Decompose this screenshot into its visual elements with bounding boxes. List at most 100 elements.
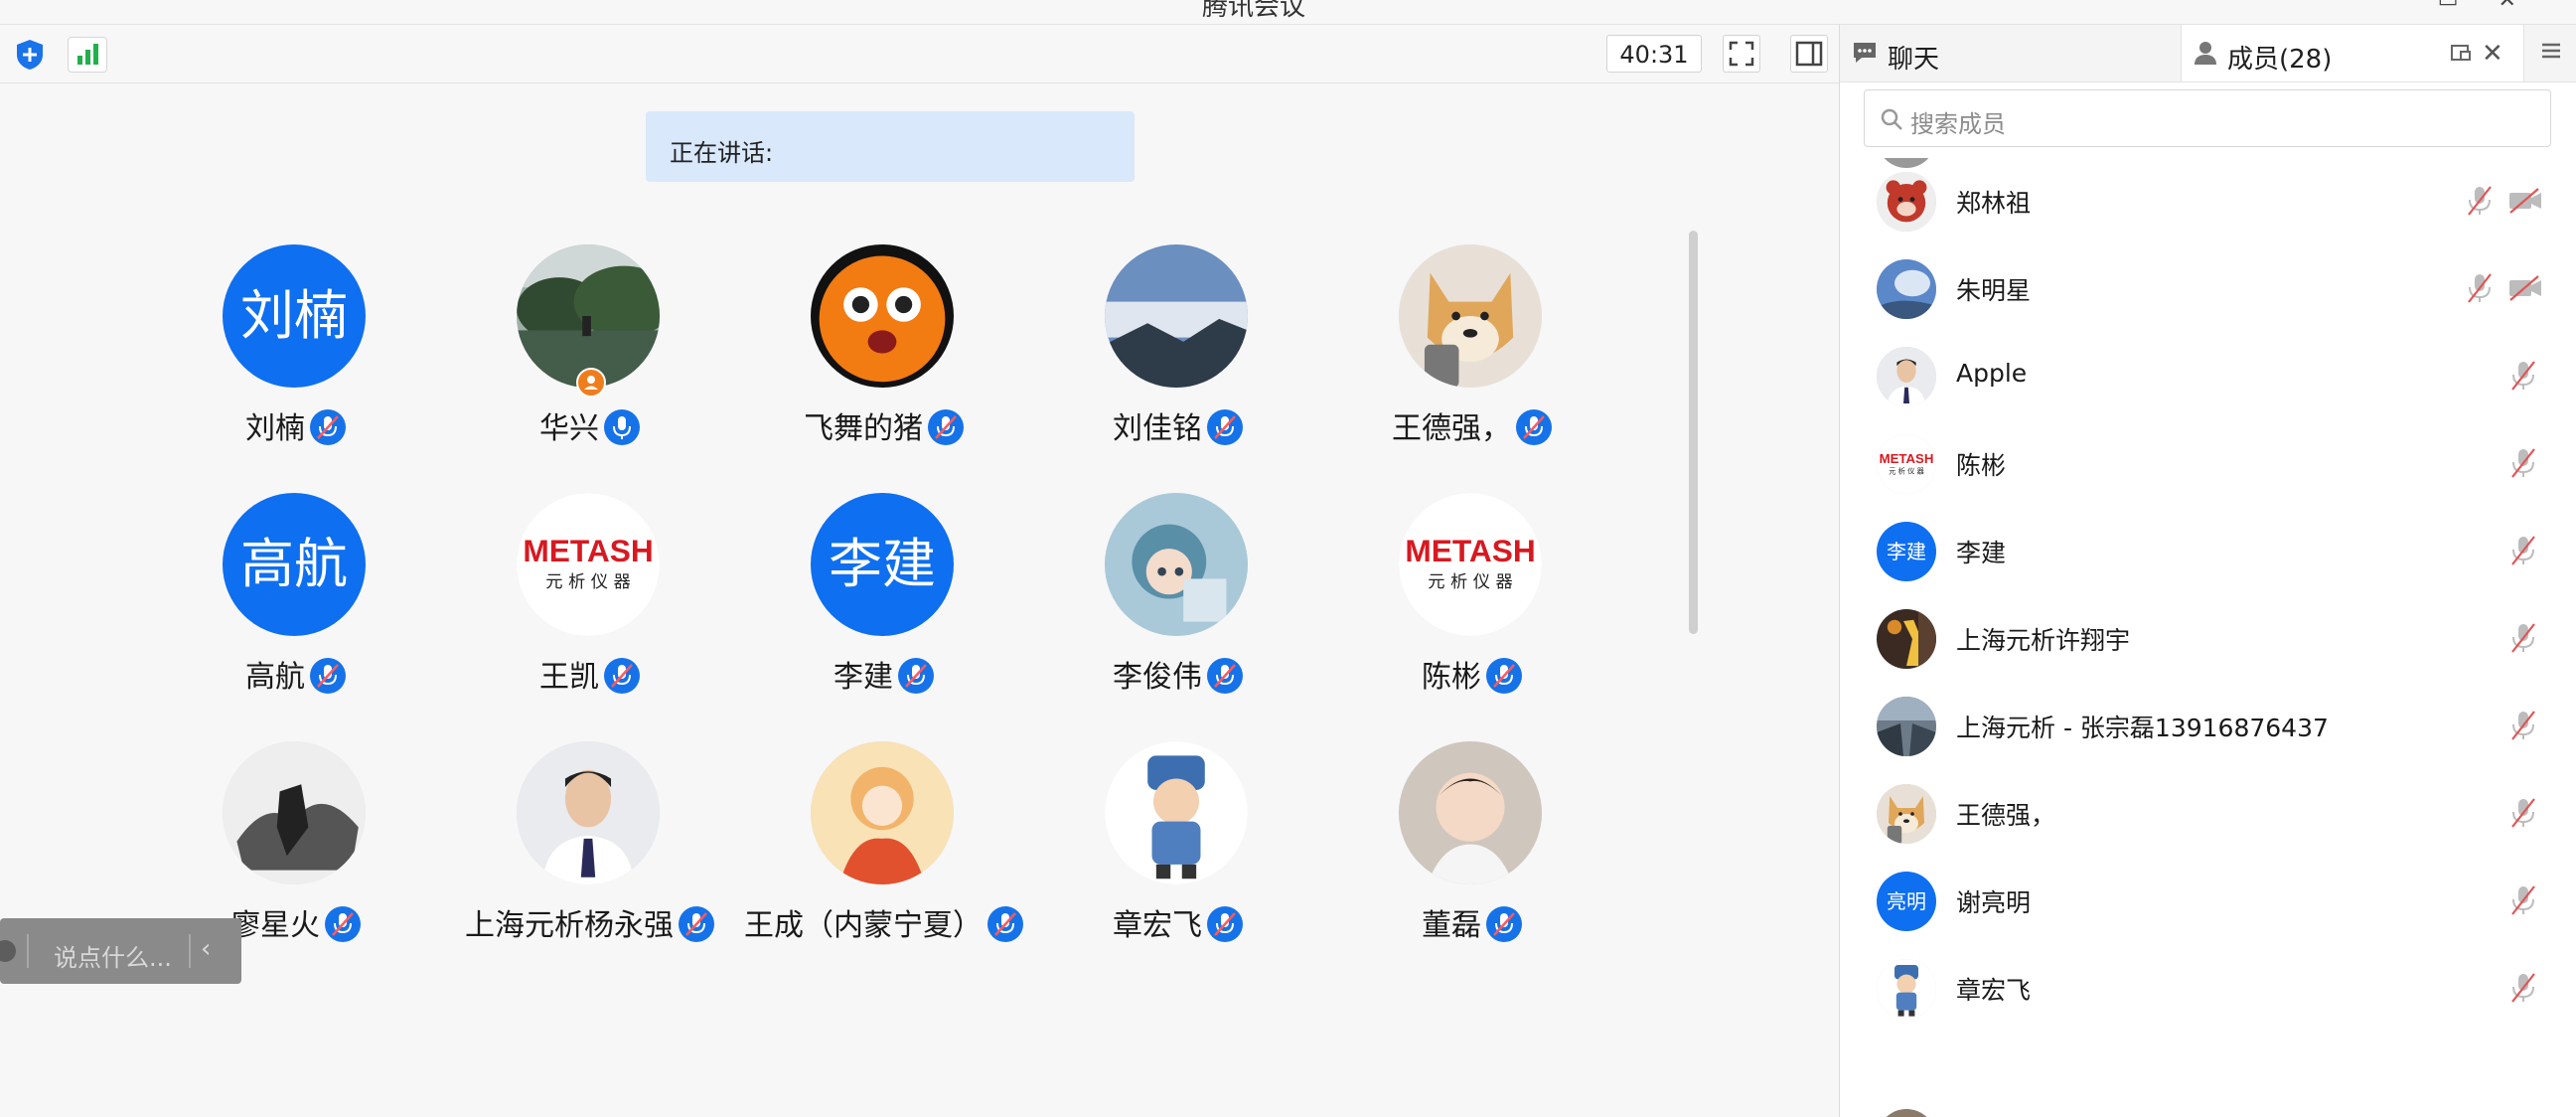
participant-tile[interactable]: 章宏飞 [1031, 741, 1325, 980]
microphone-muted-icon[interactable] [927, 408, 965, 446]
member-row[interactable]: 朱明星 [1840, 245, 2576, 333]
participant-tile[interactable]: 刘楠 刘楠 [149, 244, 443, 483]
member-row[interactable]: 章宏飞 [1840, 945, 2576, 1033]
participant-name-row: 刘楠 [149, 403, 443, 447]
microphone-muted-icon[interactable] [2507, 796, 2539, 830]
participant-name: 飞舞的猪 [804, 411, 923, 446]
camera-off-icon[interactable] [2507, 273, 2543, 303]
metash-logo-subtext: 元 析 仪 器 [1889, 467, 1924, 476]
chat-input-placeholder[interactable]: 说点什么... [54, 938, 172, 973]
participant-name: 李俊伟 [1113, 660, 1202, 695]
participant-avatar [1105, 493, 1248, 636]
participant-tile[interactable]: 王德强， [1325, 244, 1619, 483]
participant-name: 高航 [245, 660, 305, 695]
collapse-chevron-icon[interactable]: ‹ [201, 934, 211, 964]
security-shield-icon[interactable] [12, 37, 48, 73]
participant-tile[interactable]: METASH 元 析 仪 器陈彬 [1325, 493, 1619, 731]
chat-quick-input[interactable]: 说点什么... ‹ [0, 918, 241, 984]
participant-tile[interactable]: METASH 元 析 仪 器王凯 [443, 493, 737, 731]
participant-name-row: 华兴 [443, 403, 737, 447]
participant-tile[interactable]: 高航 高航 [149, 493, 443, 731]
member-row[interactable]: 上海元析 - 张宗磊13916876437 [1840, 683, 2576, 770]
microphone-muted-icon[interactable] [2507, 971, 2539, 1005]
microphone-muted-icon[interactable] [2507, 709, 2539, 742]
microphone-muted-icon[interactable] [2507, 359, 2539, 393]
panel-tabs: 聊天 成员(28) ✕ [1840, 24, 2576, 82]
participant-name: 上海元析杨永强 [465, 908, 674, 943]
participant-name: 刘佳铭 [1113, 411, 1202, 446]
member-row[interactable]: Apple [1840, 333, 2576, 420]
tab-members[interactable]: 成员(28) ✕ [2181, 25, 2524, 81]
member-search-input[interactable]: 搜索成员 [1864, 89, 2551, 147]
network-signal-icon[interactable] [68, 37, 107, 73]
participant-avatar [1105, 741, 1248, 884]
member-row[interactable]: 上海元析许翔宇 [1840, 595, 2576, 683]
window-controls[interactable]: ▭✕ [2438, 0, 2556, 13]
divider [189, 934, 191, 968]
fullscreen-icon[interactable] [1723, 35, 1760, 73]
participant-tile[interactable]: 飞舞的猪 [737, 244, 1031, 483]
member-avatar [1877, 784, 1936, 844]
member-row[interactable]: 李建 李建 [1840, 508, 2576, 595]
participant-tile[interactable]: 李俊伟 [1031, 493, 1325, 731]
microphone-muted-icon[interactable] [2507, 534, 2539, 567]
participant-avatar [1105, 244, 1248, 388]
meeting-toolbar: 40:31 [0, 24, 1839, 83]
participant-tile[interactable]: 李建 李建 [737, 493, 1031, 731]
popout-icon[interactable] [2450, 43, 2472, 63]
participant-tile[interactable]: 董磊 [1325, 741, 1619, 980]
metash-logo-subtext: 元 析 仪 器 [545, 572, 631, 592]
participant-tile[interactable]: 上海元析杨永强 [443, 741, 737, 980]
microphone-muted-icon[interactable] [2464, 184, 2496, 218]
member-row[interactable]: 郑林祖 [1840, 158, 2576, 245]
close-icon[interactable]: ✕ [2482, 39, 2503, 69]
microphone-muted-icon[interactable] [1206, 657, 1244, 695]
member-row[interactable]: 王德强， [1840, 770, 2576, 858]
participant-avatar: 高航 [223, 493, 366, 636]
microphone-muted-icon[interactable] [2507, 883, 2539, 917]
participant-avatar: METASH 元 析 仪 器 [517, 493, 660, 636]
microphone-icon[interactable] [603, 408, 641, 446]
participant-name: 陈彬 [1422, 660, 1481, 695]
participant-name: 廖星火 [230, 908, 320, 943]
emoji-icon[interactable] [0, 940, 16, 962]
member-avatar: 亮明 [1877, 872, 1936, 931]
microphone-muted-icon[interactable] [603, 657, 641, 695]
microphone-muted-icon[interactable] [986, 905, 1024, 943]
microphone-muted-icon[interactable] [1515, 408, 1553, 446]
microphone-muted-icon[interactable] [324, 905, 362, 943]
tab-members-label: 成员(28) [2227, 45, 2333, 75]
microphone-muted-icon[interactable] [678, 905, 715, 943]
metash-logo-text: METASH [523, 533, 653, 568]
participant-tile[interactable]: 王成（内蒙宁夏） [737, 741, 1031, 980]
microphone-muted-icon[interactable] [1206, 905, 1244, 943]
microphone-muted-icon[interactable] [309, 408, 347, 446]
menu-icon[interactable] [2539, 39, 2563, 63]
participant-avatar: 刘楠 [223, 244, 366, 388]
microphone-muted-icon[interactable] [1485, 657, 1523, 695]
member-row[interactable]: 亮明 谢亮明 [1840, 858, 2576, 945]
participant-name-row: 李建 [737, 652, 1031, 696]
participant-name: 刘楠 [245, 411, 305, 446]
member-avatar [1877, 609, 1936, 669]
microphone-muted-icon[interactable] [2507, 446, 2539, 480]
search-placeholder: 搜索成员 [1910, 110, 2006, 138]
camera-off-icon[interactable] [2507, 186, 2543, 216]
tab-chat[interactable]: 聊天 [1840, 25, 2180, 81]
microphone-muted-icon[interactable] [897, 657, 935, 695]
microphone-muted-icon[interactable] [2464, 271, 2496, 305]
microphone-muted-icon[interactable] [309, 657, 347, 695]
participant-tile[interactable]: 华兴 [443, 244, 737, 483]
participant-tile[interactable]: 刘佳铭 [1031, 244, 1325, 483]
participant-name-row: 飞舞的猪 [737, 403, 1031, 447]
microphone-muted-icon[interactable] [2507, 621, 2539, 655]
participant-avatar [1399, 244, 1542, 388]
participant-avatar [223, 741, 366, 884]
microphone-muted-icon[interactable] [1206, 408, 1244, 446]
microphone-muted-icon[interactable] [1485, 905, 1523, 943]
grid-scrollbar[interactable] [1689, 231, 1698, 634]
member-name: Apple [1956, 359, 2028, 388]
speaking-banner: 正在讲话: [646, 111, 1135, 182]
layout-toggle-icon[interactable] [1790, 35, 1828, 73]
member-row[interactable]: METASH 元 析 仪 器陈彬 [1840, 420, 2576, 508]
